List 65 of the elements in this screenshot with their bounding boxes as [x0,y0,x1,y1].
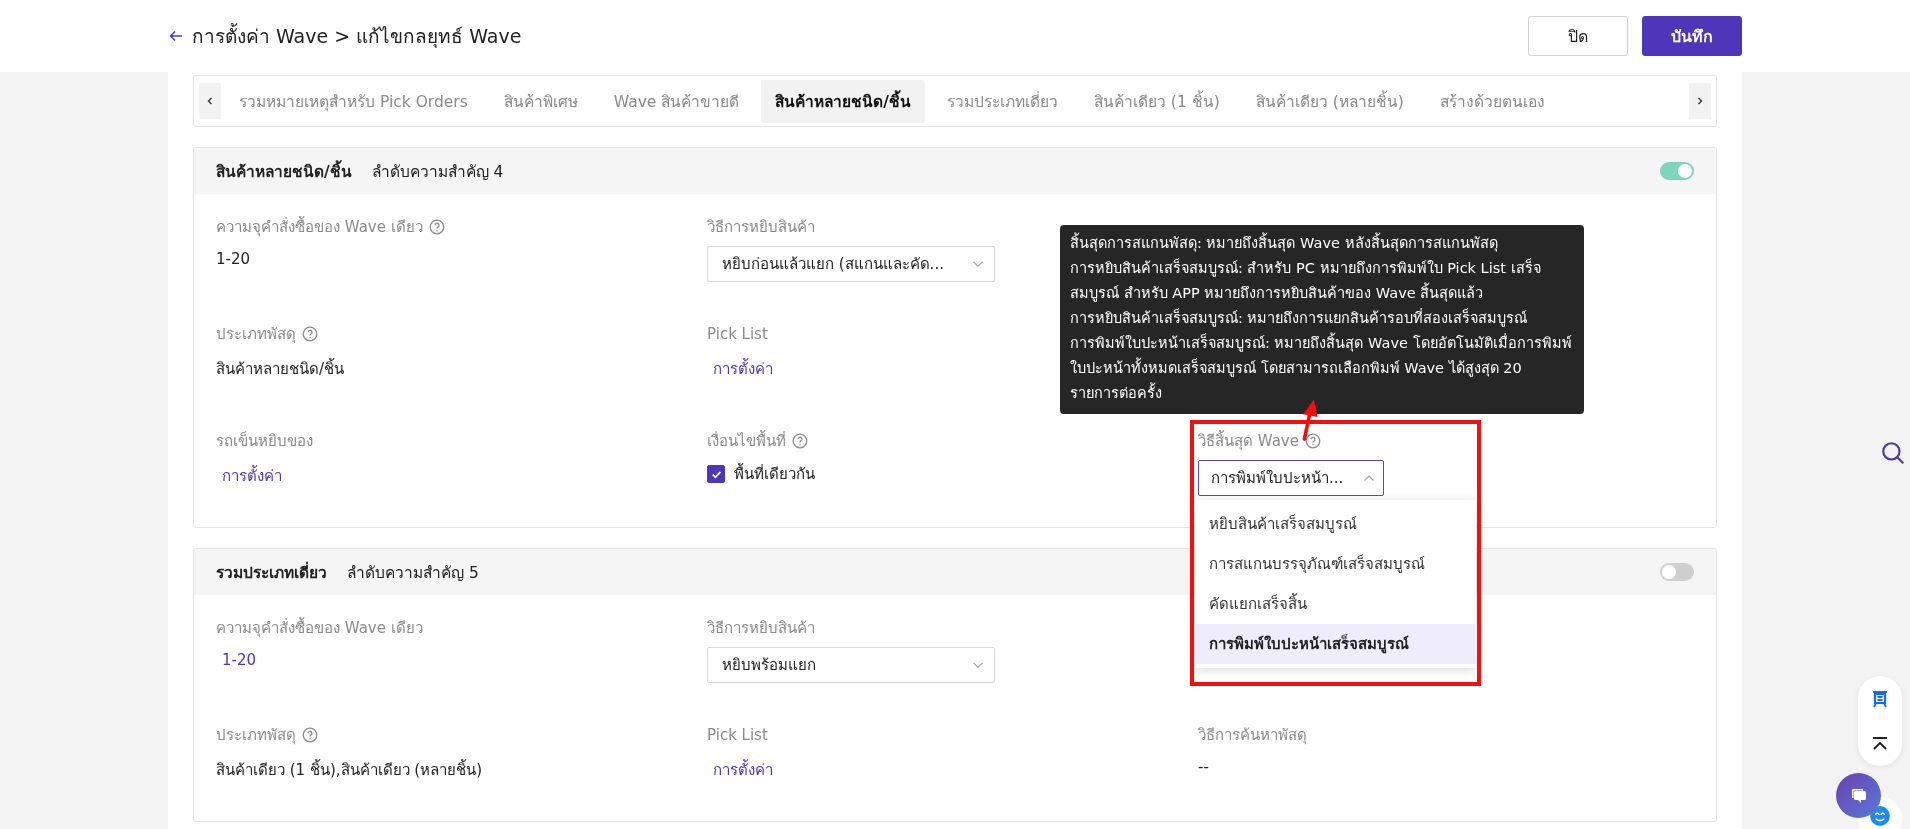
checkbox-label: พื้นที่เดียวกัน [734,462,815,485]
chevron-left-icon [205,96,215,106]
tab[interactable]: สร้างด้วยตนเอง [1425,79,1559,123]
field-label: ความจุคำสั่งซื้อของ Wave เดียว [216,215,423,239]
field-label: ความจุคำสั่งซื้อของ Wave เดียว [216,616,423,640]
dropdown-select[interactable]: หยิบพร้อมแยก [707,647,995,683]
smiley-icon [1869,805,1891,827]
field-value: สินค้าหลายชนิด/ชิ้น [216,357,346,380]
dropdown-select[interactable]: การพิมพ์ใบปะหน้า... [1198,460,1384,496]
settings-link[interactable]: การตั้งค่า [222,464,282,488]
dropdown-option[interactable]: การพิมพ์ใบปะหน้าเสร็จสมบูรณ์ [1195,624,1476,664]
field-value: 1-20 [216,250,252,268]
priority-label: ลำดับความสำคัญ 4 [371,161,504,183]
help-icon[interactable] [428,219,445,235]
help-icon[interactable] [1304,433,1321,449]
help-icon[interactable] [792,433,808,449]
field-label: Pick List [707,325,768,343]
tab[interactable]: สินค้าหลายชนิด/ชิ้น [761,79,925,123]
field-label: เงื่อนไขพื้นที่ [707,429,786,452]
toggle-switch[interactable] [1660,162,1694,180]
tab[interactable]: Wave สินค้าขายดี [599,79,754,123]
field-label: วิธีการหยิบสินค้า [707,217,815,238]
field-label: วิธีการหยิบสินค้า [707,618,815,639]
close-button[interactable]: ปิด [1528,16,1628,56]
select-value: หยิบพร้อมแยก [722,655,817,676]
card-title: รวมประเภทเดี่ยว [216,560,327,584]
dropdown-option[interactable]: หยิบสินค้าเสร็จสมบูรณ์ [1195,504,1476,544]
field-label: Pick List [707,726,768,744]
dropdown-option[interactable]: การสแกนบรรจุภัณฑ์เสร็จสมบูรณ์ [1195,544,1476,584]
tab[interactable]: สินค้าเดียว (หลายชิ้น) [1241,79,1418,123]
chevron-right-icon [1695,96,1705,106]
help-icon[interactable] [302,326,318,342]
tab[interactable]: รวมประเภทเดี่ยว [932,79,1072,123]
field-value: -- [1198,758,1210,776]
field-label: วิธีการค้นหาพัสดุ [1198,725,1307,747]
chat-button[interactable] [1836,773,1881,818]
tooltip-text: การหยิบสินค้าเสร็จสมบูรณ์: หมายถึงการแยกสินค้ารอบที่สองเสร็จสมบูรณ์ [1070,307,1529,329]
dropdown-option[interactable]: คัดแยกเสร็จสิ้น [1195,584,1476,624]
field-label: ประเภทพัสดุ [216,725,296,747]
search-icon[interactable] [1880,440,1906,466]
board-icon[interactable] [1870,688,1890,709]
select-value: การพิมพ์ใบปะหน้า... [1211,468,1345,489]
field-label: วิธีสิ้นสุด Wave [1198,429,1299,453]
toggle-switch[interactable] [1660,563,1694,581]
field-label: รถเข็นหยิบของ [216,430,313,452]
settings-link[interactable]: การตั้งค่า [713,357,773,381]
page-title: การตั้งค่า Wave > แก้ไขกลยุทธ์ Wave [192,22,522,50]
settings-link[interactable]: การตั้งค่า [713,758,773,782]
priority-label: ลำดับความสำคัญ 5 [347,562,479,584]
tab[interactable]: สินค้าเดียว (1 ชิ้น) [1079,79,1234,123]
card-title: สินค้าหลายชนิด/ชิ้น [216,159,352,183]
checkbox[interactable] [707,465,725,483]
select-value: หยิบก่อนแล้วแยก (สแกนและคัด... [722,254,945,275]
help-icon[interactable] [302,727,318,743]
tooltip-text: การหยิบสินค้าเสร็จสมบูรณ์: สำหรับ PC หมายถึงการพิมพ์ใบ Pick List เสร็จสมบูรณ์ สำหรับ APP หมายถึงการหยิบสินค้าของ Wave สิ้นสุดแล้ว [1070,257,1542,304]
dropdown-select[interactable]: หยิบก่อนแล้วแยก (สแกนและคัด... [707,246,995,282]
field-label: ประเภทพัสดุ [216,324,296,346]
save-button[interactable]: บันทึก [1642,16,1742,56]
tooltip-text: การพิมพ์ใบปะหน้าเสร็จสมบูรณ์: หมายถึงสิ้นสุด Wave โดยอัตโนมัติเมื่อการพิมพ์ใบปะหน้าทั้งหมดเสร็จสมบูรณ์ โดยสามารถเลือกพิมพ์ Wave ได้สูงสุด 20 รายการต่อครั้ง [1070,331,1574,406]
field-value: สินค้าเดียว (1 ชิ้น),สินค้าเดียว (หลายชิ้น) [216,758,484,781]
tab[interactable]: สินค้าพิเศษ [489,79,592,123]
back-arrow-icon[interactable] [168,28,184,44]
tooltip-text: สิ้นสุดการสแกนพัสดุ: หมายถึงสิ้นสุด Wave หลังสิ้นสุดการสแกนพัสดุ [1070,231,1574,256]
settings-link[interactable]: 1-20 [222,651,257,669]
tab[interactable]: รวมหมายเหตุสำหรับ Pick Orders [225,79,482,123]
